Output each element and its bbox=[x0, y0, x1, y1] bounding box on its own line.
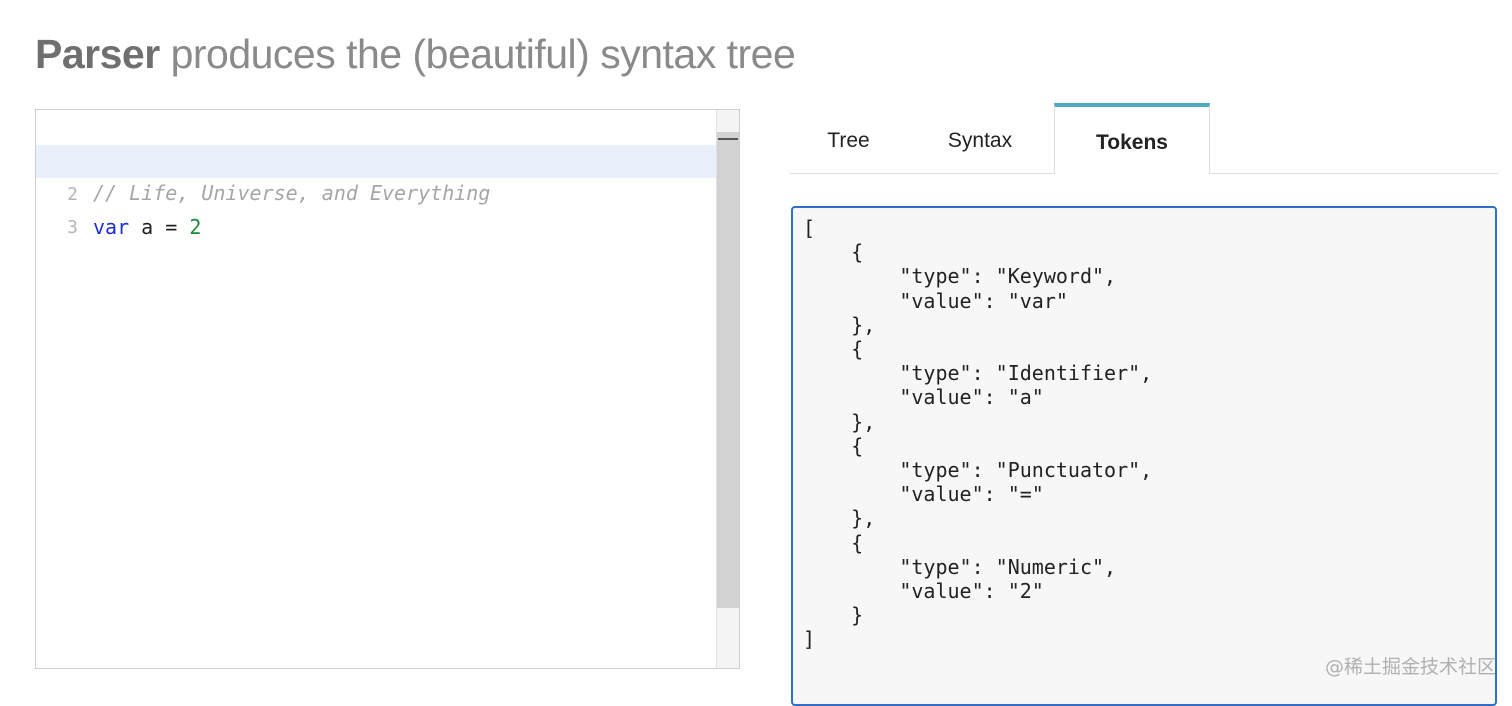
title-bold: Parser bbox=[35, 31, 160, 77]
tab-tokens[interactable]: Tokens bbox=[1054, 103, 1210, 174]
title-rest: produces the (beautiful) syntax tree bbox=[159, 31, 796, 77]
tokens-json: [ { "type": "Keyword", "value": "var" },… bbox=[803, 216, 1153, 652]
code-editor[interactable]: 1 // Life, Universe, and Everything 2 va… bbox=[35, 109, 740, 669]
code-line-3[interactable]: 3 bbox=[36, 178, 719, 238]
code-line-1[interactable]: 1 // Life, Universe, and Everything bbox=[36, 111, 719, 205]
code-numeric: 2 bbox=[189, 215, 202, 239]
page-title: Parser produces the (beautiful) syntax t… bbox=[35, 28, 796, 80]
scrollbar-thumb[interactable] bbox=[717, 132, 739, 608]
tab-syntax[interactable]: Syntax bbox=[915, 103, 1045, 173]
scrollbar-marker bbox=[718, 138, 738, 140]
code-operator: = bbox=[165, 215, 178, 239]
editor-scrollbar[interactable] bbox=[716, 110, 739, 668]
watermark: @稀土掘金技术社区 bbox=[1324, 656, 1496, 678]
code-identifier: a bbox=[141, 215, 154, 239]
tokens-output[interactable]: [ { "type": "Keyword", "value": "var" },… bbox=[791, 206, 1497, 706]
code-keyword: var bbox=[93, 215, 130, 239]
line-number: 3 bbox=[67, 217, 78, 238]
tab-tree[interactable]: Tree bbox=[790, 103, 907, 173]
code-line-2[interactable]: 2 var a = 2 bbox=[36, 145, 719, 239]
code-text: var a = 2 bbox=[93, 211, 201, 244]
tab-bar: Tree Syntax Tokens bbox=[790, 103, 1498, 174]
